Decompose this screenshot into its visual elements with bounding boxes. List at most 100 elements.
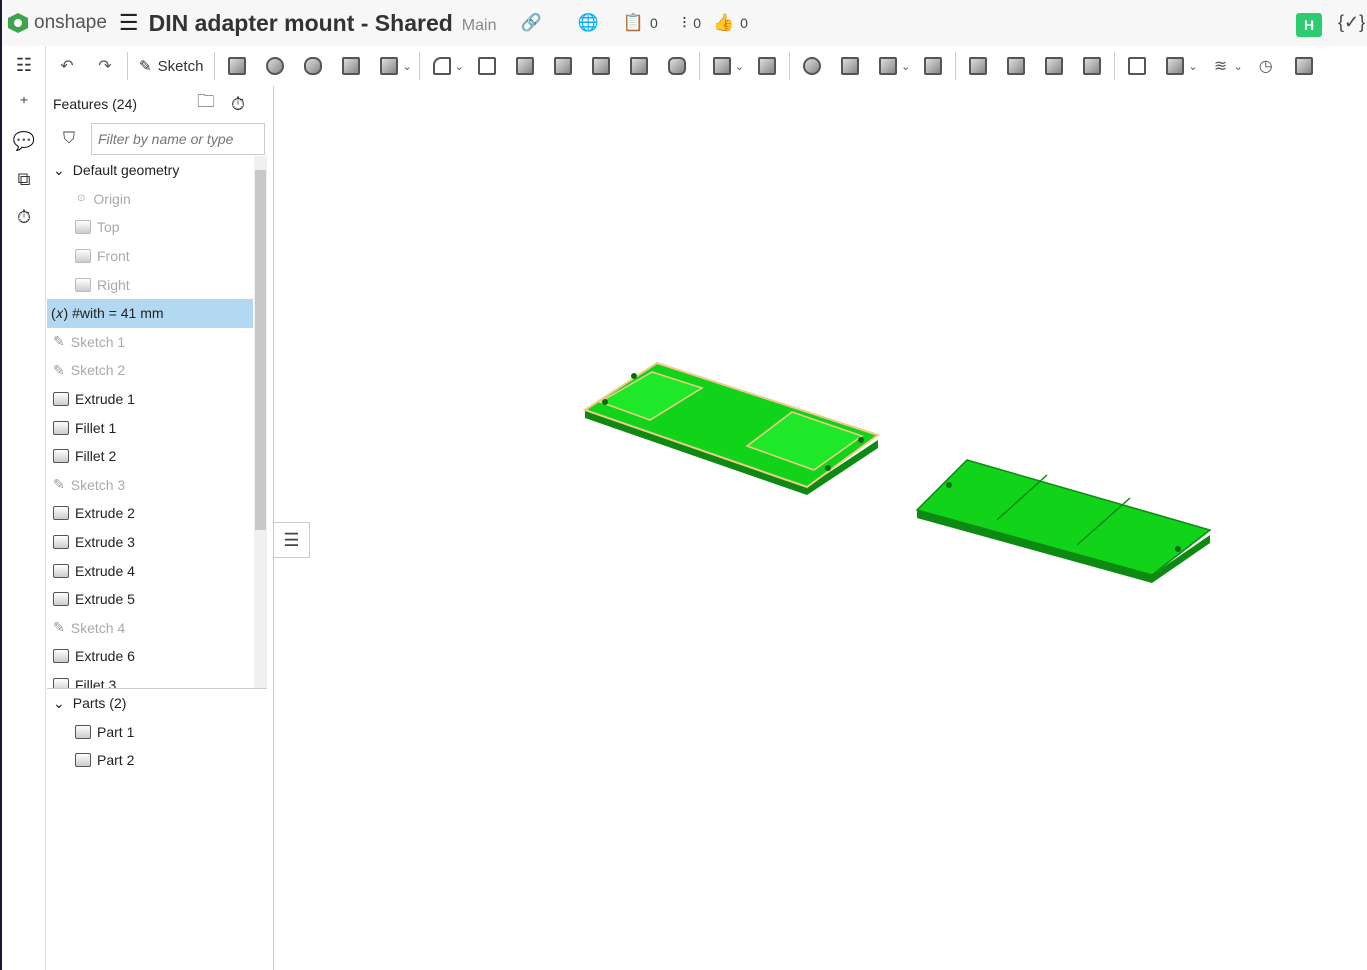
feature-label: Right: [97, 276, 130, 293]
onshape-logo[interactable]: onshape: [8, 12, 107, 34]
feature-item[interactable]: ✎ Sketch 3: [47, 471, 253, 500]
chevron-down-icon[interactable]: ⌄: [53, 695, 65, 712]
plane-icon[interactable]: [1124, 53, 1150, 79]
sketch-button[interactable]: ✎ Sketch: [139, 57, 203, 76]
feature-item[interactable]: Extrude 3: [47, 528, 253, 557]
chevron-down-icon[interactable]: ⌄: [901, 60, 910, 73]
feature-item[interactable]: (𝑥) #with = 41 mm: [47, 298, 253, 328]
parts-group-header[interactable]: ⌄ Parts (2): [47, 689, 267, 718]
move-face-icon[interactable]: [1041, 53, 1067, 79]
delete-face-icon[interactable]: [1003, 53, 1029, 79]
revolve-icon[interactable]: [262, 53, 288, 79]
chevron-down-icon[interactable]: ⌄: [402, 60, 411, 73]
parts-icon[interactable]: ⧉: [2, 160, 46, 198]
thread-icon[interactable]: [664, 53, 690, 79]
origin-icon: ⊙: [77, 193, 86, 205]
feature-list-scrollbar[interactable]: [254, 156, 267, 688]
part-2[interactable]: [915, 459, 1212, 583]
chevron-down-icon[interactable]: ⌄: [455, 60, 464, 73]
redo-icon[interactable]: ↷: [92, 53, 118, 79]
scrollbar-thumb[interactable]: [255, 170, 266, 530]
filter-input[interactable]: [91, 123, 265, 155]
menu-icon[interactable]: ☰: [119, 10, 139, 36]
undo-icon[interactable]: ↶: [54, 53, 80, 79]
feature-label: Extrude 4: [75, 562, 135, 579]
sketch-icon: ✎: [53, 619, 65, 636]
add-variable-icon[interactable]: ⁺: [2, 84, 46, 122]
replace-face-icon[interactable]: [1079, 53, 1105, 79]
rollback-timer-icon[interactable]: ⏱: [231, 94, 245, 115]
brand-name: onshape: [34, 12, 107, 33]
feature-label: Extrude 2: [75, 505, 135, 522]
divider: [418, 52, 420, 80]
clock-icon[interactable]: ◷: [1253, 53, 1279, 79]
chamfer-icon[interactable]: [474, 53, 500, 79]
sweep-icon[interactable]: [300, 53, 326, 79]
feature-item[interactable]: Fillet 2: [47, 442, 253, 471]
extrude-icon[interactable]: [224, 53, 250, 79]
feature-item[interactable]: Extrude 5: [47, 585, 253, 614]
divider: [214, 52, 216, 80]
divider: [955, 52, 957, 80]
feature-item[interactable]: ✎ Sketch 4: [47, 614, 253, 643]
comments-icon[interactable]: 💬: [2, 122, 46, 160]
modify-fillet-icon[interactable]: [965, 53, 991, 79]
fillet-icon[interactable]: [429, 53, 455, 79]
shell-icon[interactable]: [588, 53, 614, 79]
3d-viewport[interactable]: [275, 86, 1367, 970]
curves-icon[interactable]: ≋: [1208, 53, 1234, 79]
document-header: onshape ☰ DIN adapter mount - Shared Mai…: [2, 0, 1367, 46]
feature-toolbar: ↶ ↷ ✎ Sketch ⌄ ⌄ ⌄ ⌄ ⌄ ≋ ⌄ ◷: [48, 46, 1367, 86]
feature-list-icon[interactable]: ☷: [2, 46, 46, 84]
feature-item[interactable]: Extrude 2: [47, 499, 253, 528]
document-title[interactable]: DIN adapter mount - Shared: [149, 10, 453, 37]
feature-item[interactable]: ⊙ Origin: [47, 185, 253, 214]
part-1[interactable]: [582, 361, 881, 495]
mirror-icon[interactable]: [754, 53, 780, 79]
extrude-icon: [53, 535, 69, 550]
user-avatar[interactable]: H: [1296, 13, 1322, 37]
hole-icon[interactable]: [626, 53, 652, 79]
new-folder-icon[interactable]: 🗀: [197, 89, 215, 119]
filter-icon[interactable]: ⛉: [47, 130, 91, 148]
feature-label: Sketch 3: [70, 476, 126, 493]
draft-icon[interactable]: [512, 53, 538, 79]
code-icon[interactable]: {✓}: [1338, 12, 1365, 33]
feature-label: Extrude 6: [75, 648, 135, 665]
extrude-icon: [53, 392, 69, 407]
feature-item[interactable]: Front: [47, 242, 253, 271]
branch-label[interactable]: Main: [462, 17, 497, 35]
list-item-part[interactable]: Part 1: [47, 718, 267, 747]
delete-part-icon[interactable]: [920, 53, 946, 79]
plane-icon: [75, 220, 91, 235]
rib-icon[interactable]: [550, 53, 576, 79]
thicken-icon[interactable]: [376, 53, 402, 79]
feature-item[interactable]: ✎ Sketch 1: [47, 328, 253, 357]
loft-icon[interactable]: [338, 53, 364, 79]
chevron-down-icon[interactable]: ⌄: [735, 60, 744, 73]
custom-feature-icon[interactable]: [1291, 53, 1317, 79]
split-icon[interactable]: [837, 53, 863, 79]
transform-icon[interactable]: [875, 53, 901, 79]
timer-icon[interactable]: ⏱: [2, 198, 46, 236]
globe-icon[interactable]: 🌐: [578, 13, 599, 33]
boolean-icon[interactable]: [799, 53, 825, 79]
link-icon[interactable]: 🔗: [520, 13, 541, 33]
chevron-down-icon[interactable]: ⌄: [1234, 60, 1243, 73]
chevron-down-icon[interactable]: ⌄: [1188, 60, 1197, 73]
feature-item[interactable]: ⌄ Default geometry: [47, 156, 253, 185]
versions-button[interactable]: 📋 0: [623, 13, 658, 33]
like-button[interactable]: 👍 0: [713, 13, 748, 33]
feature-item[interactable]: Extrude 1: [47, 385, 253, 414]
feature-item[interactable]: ✎ Sketch 2: [47, 356, 253, 385]
branches-button[interactable]: ⁝ 0: [682, 13, 701, 33]
list-item-part[interactable]: Part 2: [47, 746, 267, 775]
feature-item[interactable]: Top: [47, 213, 253, 242]
pattern-icon[interactable]: [709, 53, 735, 79]
feature-item[interactable]: Fillet 1: [47, 413, 253, 442]
feature-item[interactable]: Right: [47, 270, 253, 299]
mate-connector-icon[interactable]: [1162, 53, 1188, 79]
feature-item[interactable]: Extrude 6: [47, 642, 253, 671]
feature-item[interactable]: Extrude 4: [47, 556, 253, 585]
feature-item[interactable]: Fillet 3: [47, 671, 253, 688]
